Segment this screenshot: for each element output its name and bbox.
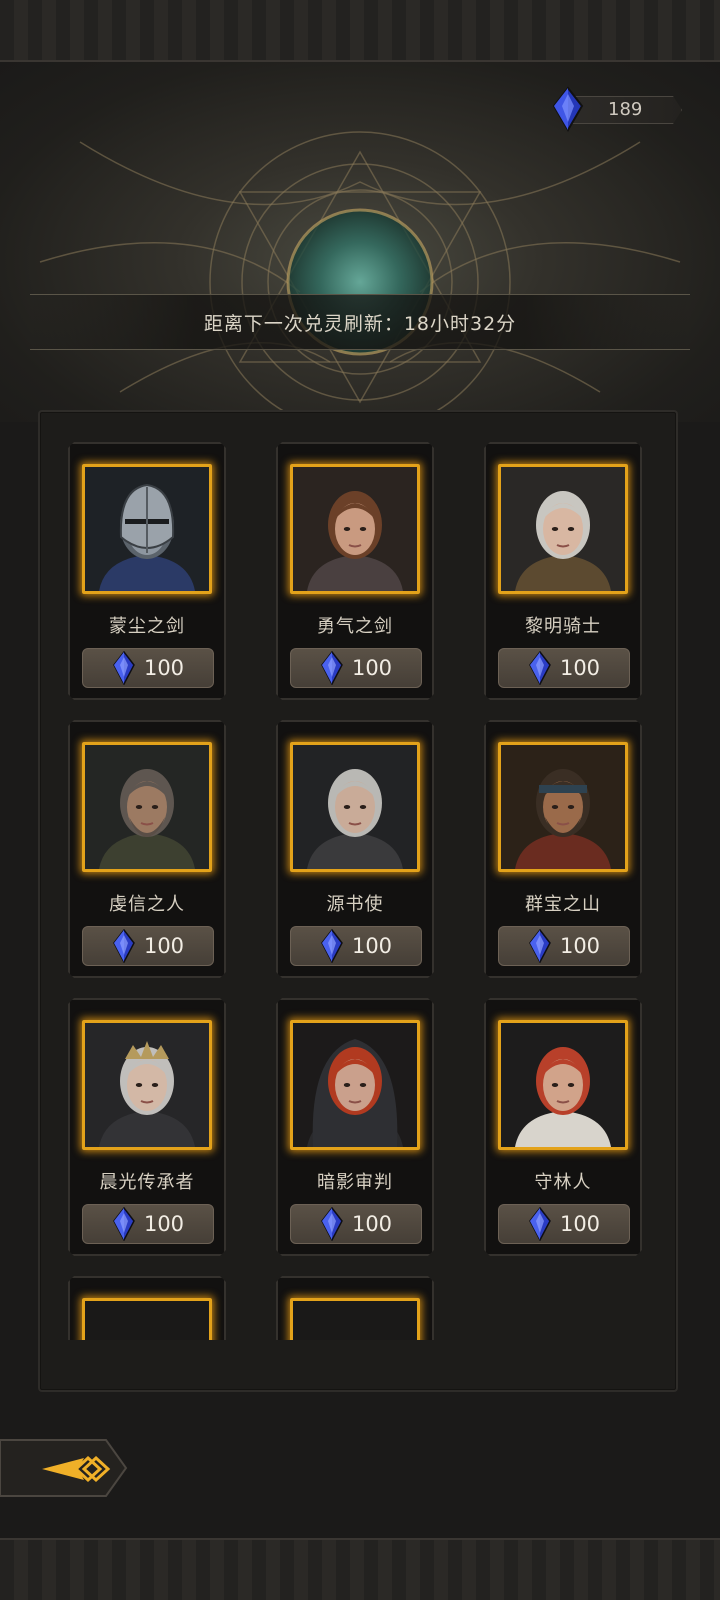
hero-name: 守林人	[534, 1172, 592, 1193]
hero-card[interactable]	[276, 1276, 434, 1340]
hero-card[interactable]: 晨光传承者 100	[68, 998, 226, 1256]
buy-button[interactable]: 100	[82, 648, 214, 688]
hero-card[interactable]: 勇气之剑 100	[276, 442, 434, 700]
hero-portrait	[290, 464, 420, 594]
price-value: 100	[351, 1212, 393, 1236]
hero-card[interactable]: 虔信之人 100	[68, 720, 226, 978]
hero-name: 勇气之剑	[317, 616, 393, 637]
crystal-icon	[321, 929, 343, 963]
buy-button[interactable]: 100	[498, 648, 630, 688]
hero-name: 群宝之山	[525, 894, 601, 915]
hero-exchange-panel: 蒙尘之剑 100 勇气之剑 100 黎明骑士 100 虔信之人 100 源书使 100 群…	[38, 410, 678, 1392]
hero-card[interactable]	[68, 1276, 226, 1340]
hero-card[interactable]: 暗影审判 100	[276, 998, 434, 1256]
hero-name: 虔信之人	[109, 894, 185, 915]
hero-card[interactable]: 黎明骑士 100	[484, 442, 642, 700]
crystal-icon	[113, 929, 135, 963]
price-value: 100	[559, 1212, 601, 1236]
hero-card[interactable]: 群宝之山 100	[484, 720, 642, 978]
hero-card[interactable]: 守林人 100	[484, 998, 642, 1256]
price-value: 100	[143, 656, 185, 680]
price-value: 100	[351, 934, 393, 958]
currency-value: 189	[608, 99, 643, 120]
hero-portrait	[82, 464, 212, 594]
buy-button[interactable]: 100	[290, 926, 422, 966]
buy-button[interactable]: 100	[498, 926, 630, 966]
crystal-currency-display[interactable]: 189	[548, 86, 686, 132]
crystal-icon	[529, 929, 551, 963]
hero-portrait	[82, 1298, 212, 1340]
hero-portrait	[498, 742, 628, 872]
hero-portrait	[498, 464, 628, 594]
buy-button[interactable]: 100	[82, 926, 214, 966]
refresh-timer-bar: 距离下一次兑灵刷新：18小时32分	[30, 294, 690, 350]
crystal-icon	[552, 86, 584, 132]
hero-card[interactable]: 蒙尘之剑 100	[68, 442, 226, 700]
crystal-icon	[529, 1207, 551, 1241]
buy-button[interactable]: 100	[498, 1204, 630, 1244]
hero-portrait	[290, 1020, 420, 1150]
crystal-icon	[113, 1207, 135, 1241]
price-value: 100	[559, 934, 601, 958]
hero-portrait	[498, 1020, 628, 1150]
top-ornament-border	[0, 0, 720, 62]
hero-name: 暗影审判	[317, 1172, 393, 1193]
hero-portrait	[82, 742, 212, 872]
price-value: 100	[559, 656, 601, 680]
crystal-icon	[321, 651, 343, 685]
hero-portrait	[82, 1020, 212, 1150]
hero-card[interactable]: 源书使 100	[276, 720, 434, 978]
buy-button[interactable]: 100	[290, 648, 422, 688]
hero-name: 晨光传承者	[99, 1172, 195, 1193]
crystal-icon	[529, 651, 551, 685]
crystal-icon	[321, 1207, 343, 1241]
price-value: 100	[351, 656, 393, 680]
refresh-timer-text: 距离下一次兑灵刷新：18小时32分	[203, 312, 517, 335]
buy-button[interactable]: 100	[290, 1204, 422, 1244]
hero-name: 源书使	[326, 894, 384, 915]
buy-button[interactable]: 100	[82, 1204, 214, 1244]
crystal-icon	[113, 651, 135, 685]
hero-portrait	[290, 742, 420, 872]
price-value: 100	[143, 934, 185, 958]
hero-card-grid[interactable]: 蒙尘之剑 100 勇气之剑 100 黎明骑士 100 虔信之人 100 源书使 100 群…	[40, 412, 676, 1340]
hero-name: 蒙尘之剑	[109, 616, 185, 637]
hero-portrait	[290, 1298, 420, 1340]
hero-name: 黎明骑士	[525, 616, 601, 637]
bottom-ornament-border	[0, 1538, 720, 1600]
back-button[interactable]	[0, 1436, 128, 1500]
price-value: 100	[143, 1212, 185, 1236]
back-arrow-icon	[0, 1439, 128, 1497]
